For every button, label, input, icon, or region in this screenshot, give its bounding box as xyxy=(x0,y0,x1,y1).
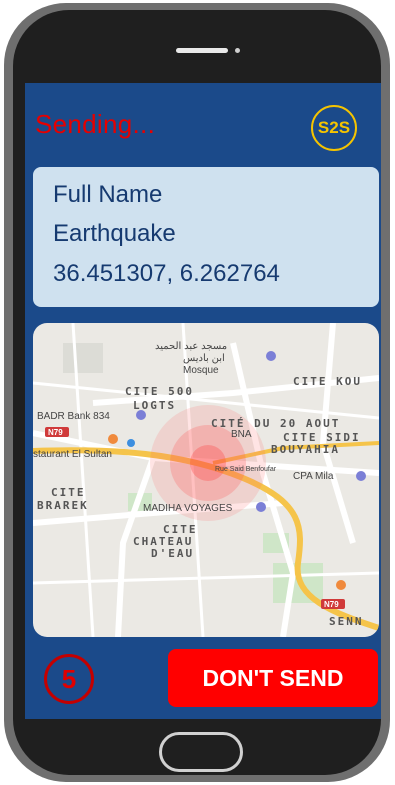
countdown-timer: 5 xyxy=(44,654,94,704)
map-label-bna: BNA xyxy=(231,429,252,440)
map-label-cpa: CPA Mila xyxy=(293,471,334,482)
full-name: Full Name xyxy=(53,181,163,208)
map-label-logts: LOGTS xyxy=(133,399,176,412)
map-label-cite-kou: CITE KOU xyxy=(293,375,362,388)
cpa-pin-icon xyxy=(356,471,366,481)
map-label-cite1: CITE xyxy=(51,486,86,499)
map-label-restaurant: staurant El Sultan xyxy=(33,449,112,460)
poi-pin-icon xyxy=(336,580,346,590)
map-label-rue: Rue Said Benfoufar xyxy=(215,466,277,473)
app-screen: Sending... S2S Full Name Earthquake 36.4… xyxy=(25,83,381,719)
front-camera xyxy=(235,48,240,53)
bank-pin-icon xyxy=(136,410,146,420)
home-button[interactable] xyxy=(159,732,243,772)
map-label-n79b: N79 xyxy=(324,600,339,609)
s2s-logo: S2S xyxy=(311,105,357,151)
earpiece-speaker xyxy=(176,48,228,53)
travel-pin-icon xyxy=(256,502,266,512)
map-label-madiha: MADIHA VOYAGES xyxy=(143,503,233,514)
event-type: Earthquake xyxy=(53,220,176,247)
location-map[interactable]: مسجد عبد الحميد ابن باديس Mosque CITE 50… xyxy=(33,323,379,637)
coordinates: 36.451307, 6.262764 xyxy=(53,260,280,287)
info-pin-icon xyxy=(127,439,135,447)
map-label-deau: D'EAU xyxy=(151,547,194,560)
map-label-mosque-ar2: ابن باديس xyxy=(183,353,225,364)
map-label-mosque: Mosque xyxy=(183,365,219,376)
info-card: Full Name Earthquake 36.451307, 6.262764 xyxy=(33,167,379,307)
map-label-senn: SENN xyxy=(329,615,364,628)
map-label-mosque-ar: مسجد عبد الحميد xyxy=(155,341,227,352)
sending-status: Sending... xyxy=(35,109,156,139)
dont-send-button[interactable]: DON'T SEND xyxy=(168,649,378,707)
map-label-brarek: BRAREK xyxy=(37,499,89,512)
map-label-n79a: N79 xyxy=(48,428,63,437)
mosque-pin-icon xyxy=(266,351,276,361)
map-label-badr: BADR Bank 834 xyxy=(37,411,110,422)
map-label-bouyahia: BOUYAHIA xyxy=(271,443,340,456)
restaurant-pin-icon xyxy=(108,434,118,444)
map-label-cite500: CITE 500 xyxy=(125,385,194,398)
